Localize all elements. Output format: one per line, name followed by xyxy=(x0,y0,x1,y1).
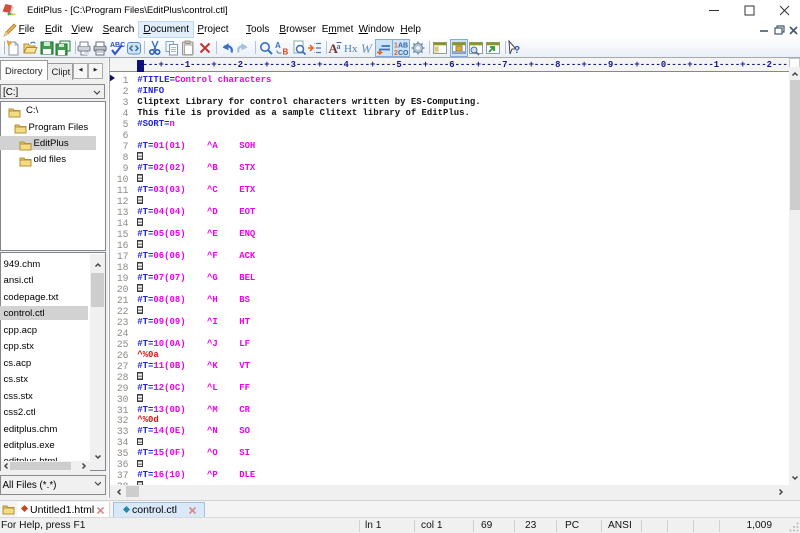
svg-text:?: ? xyxy=(514,45,520,56)
svg-text:ABC: ABC xyxy=(110,42,125,49)
svg-text:B: B xyxy=(283,48,289,57)
svg-text:A: A xyxy=(275,41,281,50)
svg-text:Hx: Hx xyxy=(344,43,358,55)
svg-text:a: a xyxy=(337,42,341,51)
svg-text:AB: AB xyxy=(398,43,408,50)
svg-text:W: W xyxy=(361,41,373,56)
svg-text:CO: CO xyxy=(398,50,409,56)
